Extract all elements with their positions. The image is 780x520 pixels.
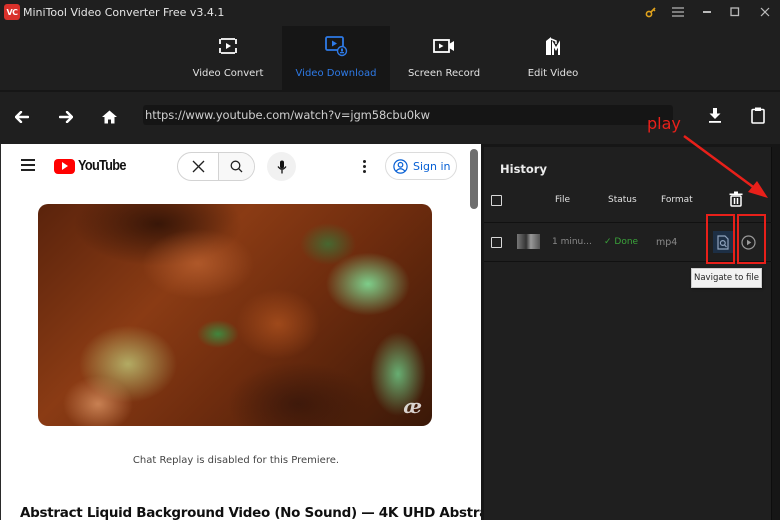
url-input[interactable]: https://www.youtube.com/watch?v=jgm58cbu… [143, 105, 673, 125]
column-header-status: Status [608, 195, 637, 205]
arrow-left-icon [15, 111, 29, 123]
microphone-icon [276, 160, 287, 173]
tab-video-convert[interactable]: Video Convert [174, 26, 282, 90]
title-bar: VC MiniTool Video Converter Free v3.4.1 [0, 0, 780, 26]
annotation-highlight-play [737, 214, 766, 264]
tab-label: Edit Video [527, 68, 579, 79]
app-logo: VC [4, 4, 20, 20]
tab-label: Video Download [295, 68, 377, 79]
history-title: History [500, 162, 547, 176]
column-header-format: Format [661, 195, 693, 205]
menu-icon[interactable] [668, 3, 688, 21]
home-button[interactable] [98, 106, 120, 128]
close-icon [192, 160, 204, 173]
page-scrollbar[interactable] [470, 149, 478, 209]
sign-in-label: Sign in [413, 159, 451, 173]
home-icon [101, 110, 117, 124]
annotation-label: play [647, 114, 681, 133]
chat-replay-note: Chat Replay is disabled for this Premier… [132, 455, 340, 466]
app-window: VC MiniTool Video Converter Free v3.4.1 … [0, 0, 780, 520]
screen-record-icon [432, 35, 456, 57]
tab-screen-record[interactable]: Screen Record [390, 26, 498, 90]
minimize-icon[interactable] [697, 3, 717, 21]
annotation-highlight-navigate [706, 214, 735, 264]
youtube-search [177, 152, 255, 181]
file-name: 1 minu... [552, 237, 592, 247]
trash-icon [729, 191, 743, 207]
voice-search-button[interactable] [267, 152, 296, 181]
row-checkbox[interactable] [491, 237, 502, 248]
search-button[interactable] [219, 153, 254, 180]
arrow-right-icon [59, 111, 73, 123]
clipboard-icon [751, 107, 765, 124]
tab-label: Screen Record [407, 68, 481, 79]
tab-edit-video[interactable]: Edit Video [499, 26, 607, 90]
delete-all-button[interactable] [729, 191, 743, 207]
web-view: YouTube Sign in æ Chat Replay is disable… [0, 144, 481, 520]
hamburger-menu-icon[interactable] [21, 159, 35, 171]
youtube-play-icon [54, 158, 75, 174]
account-icon [393, 158, 408, 174]
youtube-logo[interactable]: YouTube [54, 158, 132, 174]
video-watermark: æ [403, 394, 422, 418]
back-button[interactable] [11, 106, 33, 128]
column-header-file: File [555, 195, 571, 205]
edit-video-icon [542, 35, 564, 57]
main-nav: Video Convert Video Download Screen Reco… [0, 26, 780, 90]
file-format: mp4 [656, 237, 678, 248]
video-convert-icon [217, 35, 239, 57]
paste-url-button[interactable] [747, 103, 769, 127]
clear-search-button[interactable] [178, 153, 219, 180]
tooltip: Navigate to file [691, 268, 762, 288]
status-badge: ✓ Done [604, 237, 639, 247]
forward-button[interactable] [55, 106, 77, 128]
search-icon [230, 160, 243, 173]
close-icon[interactable] [755, 3, 775, 21]
app-title: MiniTool Video Converter Free v3.4.1 [23, 6, 225, 19]
maximize-icon[interactable] [725, 3, 745, 21]
youtube-wordmark: YouTube [78, 158, 126, 174]
sign-in-button[interactable]: Sign in [385, 152, 457, 180]
key-icon[interactable] [641, 3, 661, 21]
video-download-icon [324, 35, 348, 57]
video-title: Abstract Liquid Background Video (No Sou… [20, 505, 481, 520]
video-thumbnail [517, 234, 540, 249]
video-player[interactable]: æ [38, 204, 432, 426]
download-button[interactable] [704, 104, 726, 126]
history-panel: History File Status Format 1 minu... ✓ D… [481, 144, 780, 520]
more-options-icon[interactable] [359, 156, 369, 176]
tab-video-download[interactable]: Video Download [282, 26, 390, 90]
select-all-checkbox[interactable] [491, 195, 502, 206]
tab-label: Video Convert [192, 68, 264, 79]
download-icon [709, 107, 721, 123]
